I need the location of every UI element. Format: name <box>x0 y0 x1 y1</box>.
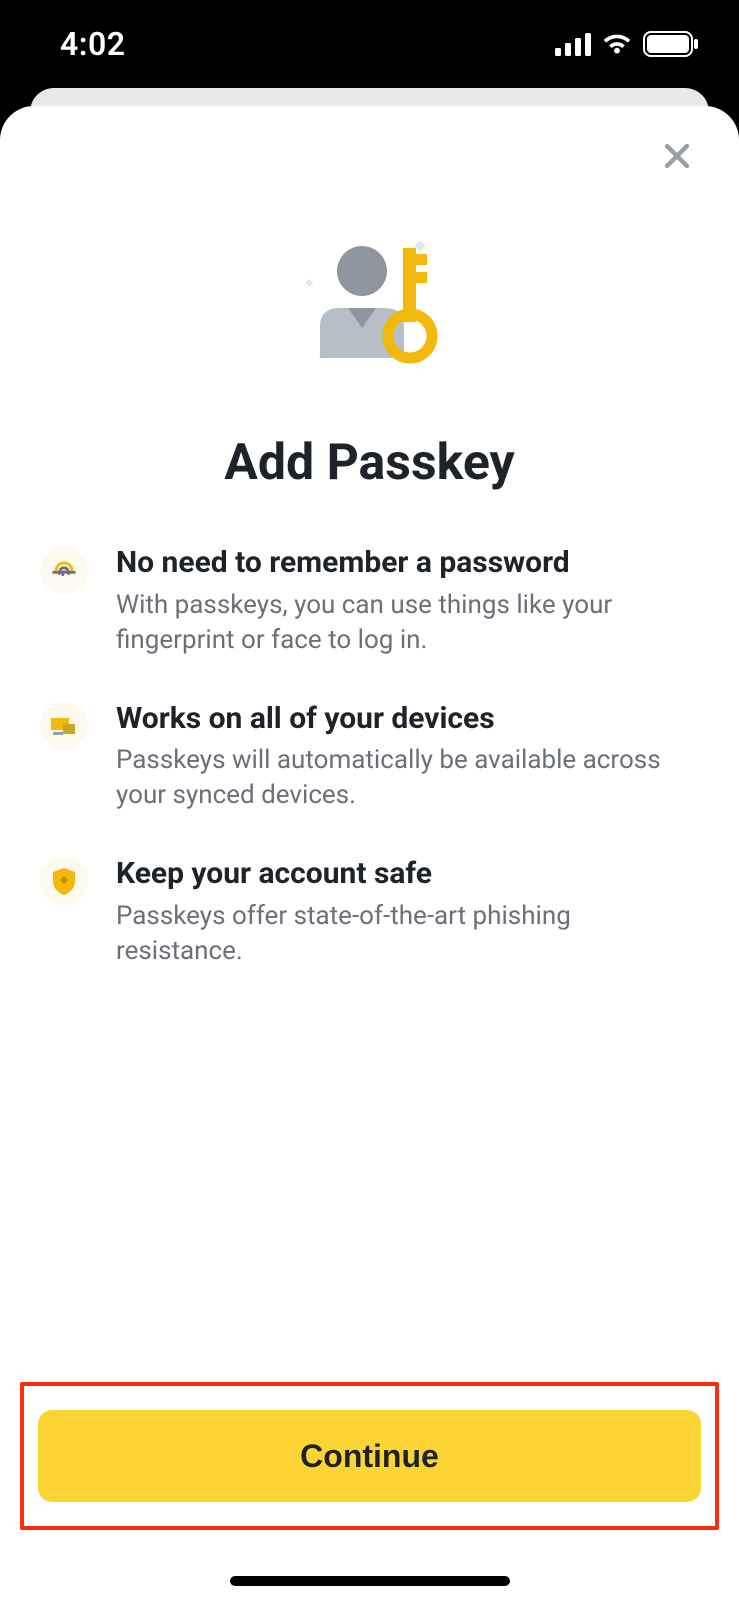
status-time: 4:02 <box>60 25 126 63</box>
close-icon <box>660 139 694 177</box>
status-icons <box>555 31 699 57</box>
feature-title: No need to remember a password <box>116 544 699 582</box>
feature-item-safe: Keep your account safe Passkeys offer st… <box>40 855 699 1011</box>
cellular-icon <box>555 32 591 56</box>
status-bar: 4:02 <box>0 0 739 88</box>
battery-icon <box>643 31 699 57</box>
devices-icon <box>40 702 88 750</box>
close-button[interactable] <box>655 136 699 180</box>
fingerprint-icon <box>40 546 88 594</box>
feature-title: Keep your account safe <box>116 855 699 893</box>
feature-item-devices: Works on all of your devices Passkeys wi… <box>40 700 699 856</box>
continue-highlight: Continue <box>20 1382 719 1530</box>
feature-desc: Passkeys will automatically be available… <box>116 743 699 813</box>
continue-button[interactable]: Continue <box>38 1410 701 1502</box>
feature-title: Works on all of your devices <box>116 700 699 738</box>
page-title: Add Passkey <box>40 434 699 492</box>
user-key-icon <box>290 236 450 376</box>
feature-desc: With passkeys, you can use things like y… <box>116 588 699 658</box>
feature-item-no-password: No need to remember a password With pass… <box>40 544 699 700</box>
modal-sheet: Add Passkey No need to remember a passwo… <box>0 106 739 1600</box>
wifi-icon <box>601 32 633 56</box>
home-indicator <box>230 1576 510 1586</box>
hero-illustration <box>40 236 699 376</box>
shield-icon <box>40 857 88 905</box>
feature-desc: Passkeys offer state-of-the-art phishing… <box>116 899 699 969</box>
feature-list: No need to remember a password With pass… <box>40 544 699 1011</box>
